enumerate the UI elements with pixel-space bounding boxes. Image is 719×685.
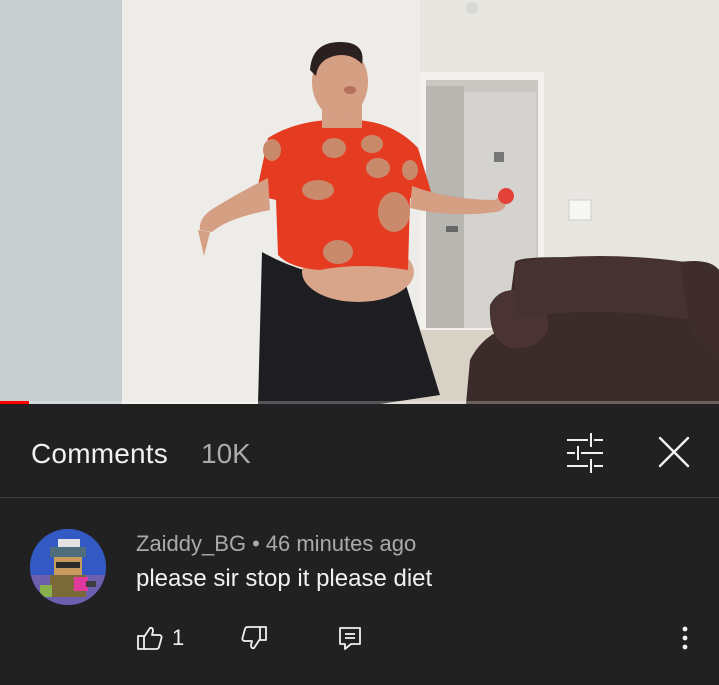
comment-item: Zaiddy_BG • 46 minutes ago please sir stop…: [0, 499, 719, 685]
dislike-button[interactable]: [240, 623, 268, 653]
more-options-button[interactable]: [673, 623, 697, 653]
comments-count: 10K: [201, 438, 251, 469]
reply-button[interactable]: [337, 623, 363, 653]
video-frame-image: [0, 0, 719, 404]
app-root: Comments 10K Zaiddy_BG • 46 minutes ago …: [0, 0, 719, 685]
video-player[interactable]: [0, 0, 719, 404]
close-comments-button[interactable]: [648, 426, 700, 478]
comment-time: 46 minutes ago: [265, 531, 417, 556]
thumbs-down-icon: [241, 626, 267, 650]
avatar[interactable]: [30, 529, 106, 605]
comment-text: please sir stop it please diet: [136, 565, 433, 592]
meta-separator: •: [252, 531, 260, 556]
sort-filter-button[interactable]: [558, 428, 610, 478]
thumbs-up-icon: [137, 626, 163, 650]
like-count: 1: [172, 625, 185, 650]
comment-author[interactable]: Zaiddy_BG: [136, 531, 246, 556]
comments-header: Comments 10K: [0, 404, 719, 498]
sliders-icon: [567, 433, 603, 473]
comments-title: Comments: [31, 438, 168, 469]
like-button[interactable]: 1: [136, 623, 184, 653]
close-icon: [658, 436, 690, 468]
more-vertical-icon: [682, 626, 688, 650]
avatar-image: [30, 529, 106, 605]
comment-meta: Zaiddy_BG • 46 minutes ago: [136, 531, 416, 557]
reply-icon: [339, 627, 361, 650]
